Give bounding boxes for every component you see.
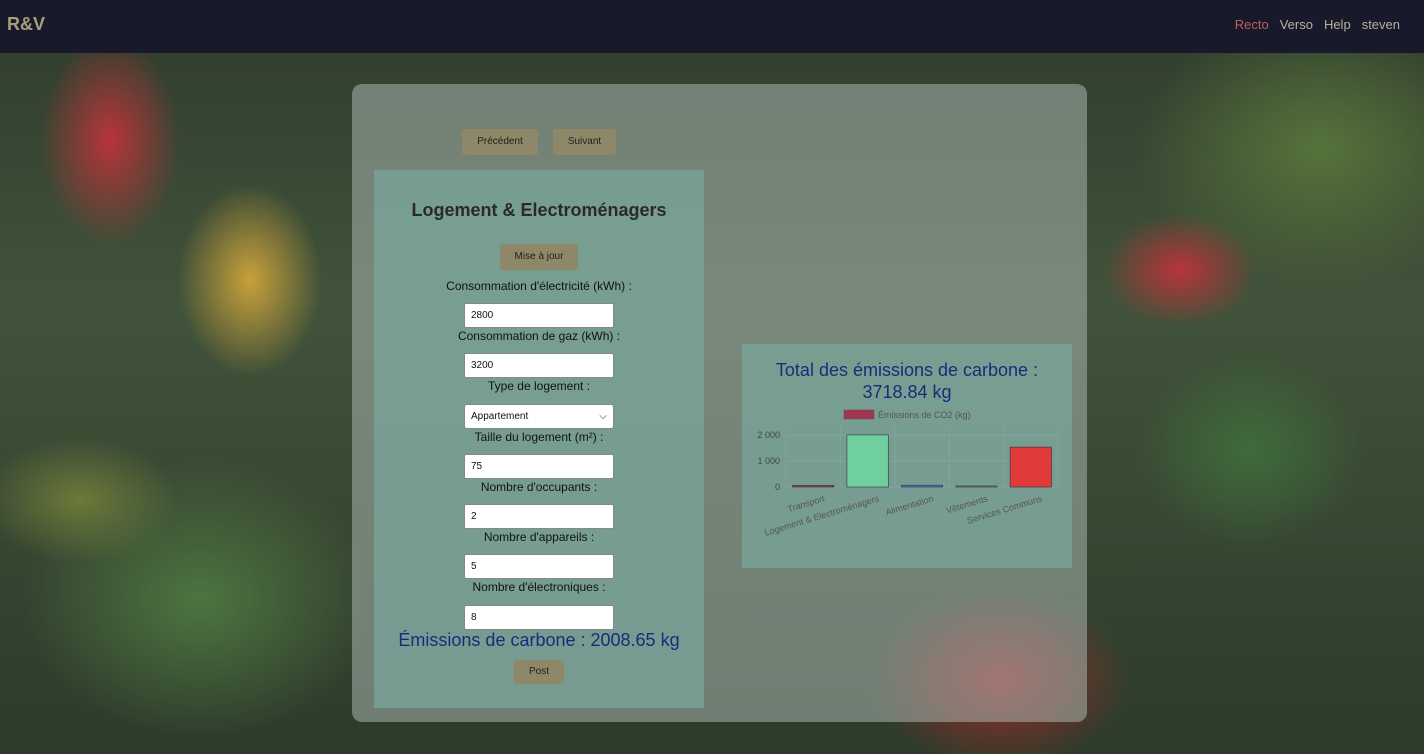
housing-type-value: Appartement bbox=[471, 411, 529, 422]
emissions-bar-chart: Émissions de CO2 (kg)01 0002 000Transpor… bbox=[757, 409, 1059, 538]
brand-logo[interactable]: R&V bbox=[7, 14, 45, 35]
electricity-input[interactable]: 2800 bbox=[464, 303, 614, 328]
total-emissions-title: Total des émissions de carbone : 3718.84… bbox=[742, 359, 1072, 403]
nav-help[interactable]: Help bbox=[1324, 17, 1351, 32]
bar bbox=[901, 484, 943, 488]
electricity-label: Consommation d'électricité (kWh) : bbox=[446, 279, 632, 293]
previous-button[interactable]: Précédent bbox=[462, 129, 538, 155]
bar bbox=[792, 485, 835, 488]
top-nav-bar: R&V Recto Verso Help steven bbox=[0, 0, 1424, 53]
size-input[interactable]: 75 bbox=[464, 454, 614, 479]
y-tick-label: 2 000 bbox=[757, 430, 780, 440]
x-tick-label: Alimentation bbox=[884, 493, 934, 517]
next-button[interactable]: Suivant bbox=[553, 129, 616, 155]
nav-user[interactable]: steven bbox=[1362, 17, 1400, 32]
y-tick-label: 0 bbox=[775, 482, 780, 492]
post-button[interactable]: Post bbox=[514, 660, 564, 684]
appliances-label: Nombre d'appareils : bbox=[483, 530, 595, 544]
emissions-result: Émissions de carbone : 2008.65 kg bbox=[398, 630, 680, 650]
form-title: Logement & Electroménagers bbox=[411, 200, 667, 220]
total-emissions-label: Total des émissions de carbone : bbox=[775, 360, 1039, 380]
gas-input[interactable]: 3200 bbox=[464, 353, 614, 378]
housing-type-label: Type de logement : bbox=[487, 379, 591, 393]
bar bbox=[846, 434, 889, 488]
total-emissions-value: 3718.84 kg bbox=[862, 382, 952, 402]
bar bbox=[1009, 446, 1052, 488]
electronics-input[interactable]: 8 bbox=[464, 605, 614, 630]
nav-verso[interactable]: Verso bbox=[1280, 17, 1313, 32]
occupants-label: Nombre d'occupants : bbox=[480, 480, 598, 494]
nav-recto[interactable]: Recto bbox=[1235, 17, 1269, 32]
legend-label: Émissions de CO2 (kg) bbox=[878, 410, 971, 420]
chevron-down-icon: ⌵ bbox=[599, 411, 607, 422]
bar bbox=[955, 485, 998, 488]
size-label: Taille du logement (m²) : bbox=[474, 430, 604, 444]
appliances-input[interactable]: 5 bbox=[464, 554, 614, 579]
update-button[interactable]: Mise à jour bbox=[500, 244, 578, 270]
legend-swatch bbox=[843, 409, 875, 420]
y-tick-label: 1 000 bbox=[757, 456, 780, 466]
housing-type-select[interactable]: Appartement ⌵ bbox=[464, 404, 614, 429]
nav-menu: Recto Verso Help steven bbox=[1235, 17, 1400, 32]
occupants-input[interactable]: 2 bbox=[464, 504, 614, 529]
gas-label: Consommation de gaz (kWh) : bbox=[457, 329, 621, 343]
electronics-label: Nombre d'électroniques : bbox=[472, 580, 606, 594]
